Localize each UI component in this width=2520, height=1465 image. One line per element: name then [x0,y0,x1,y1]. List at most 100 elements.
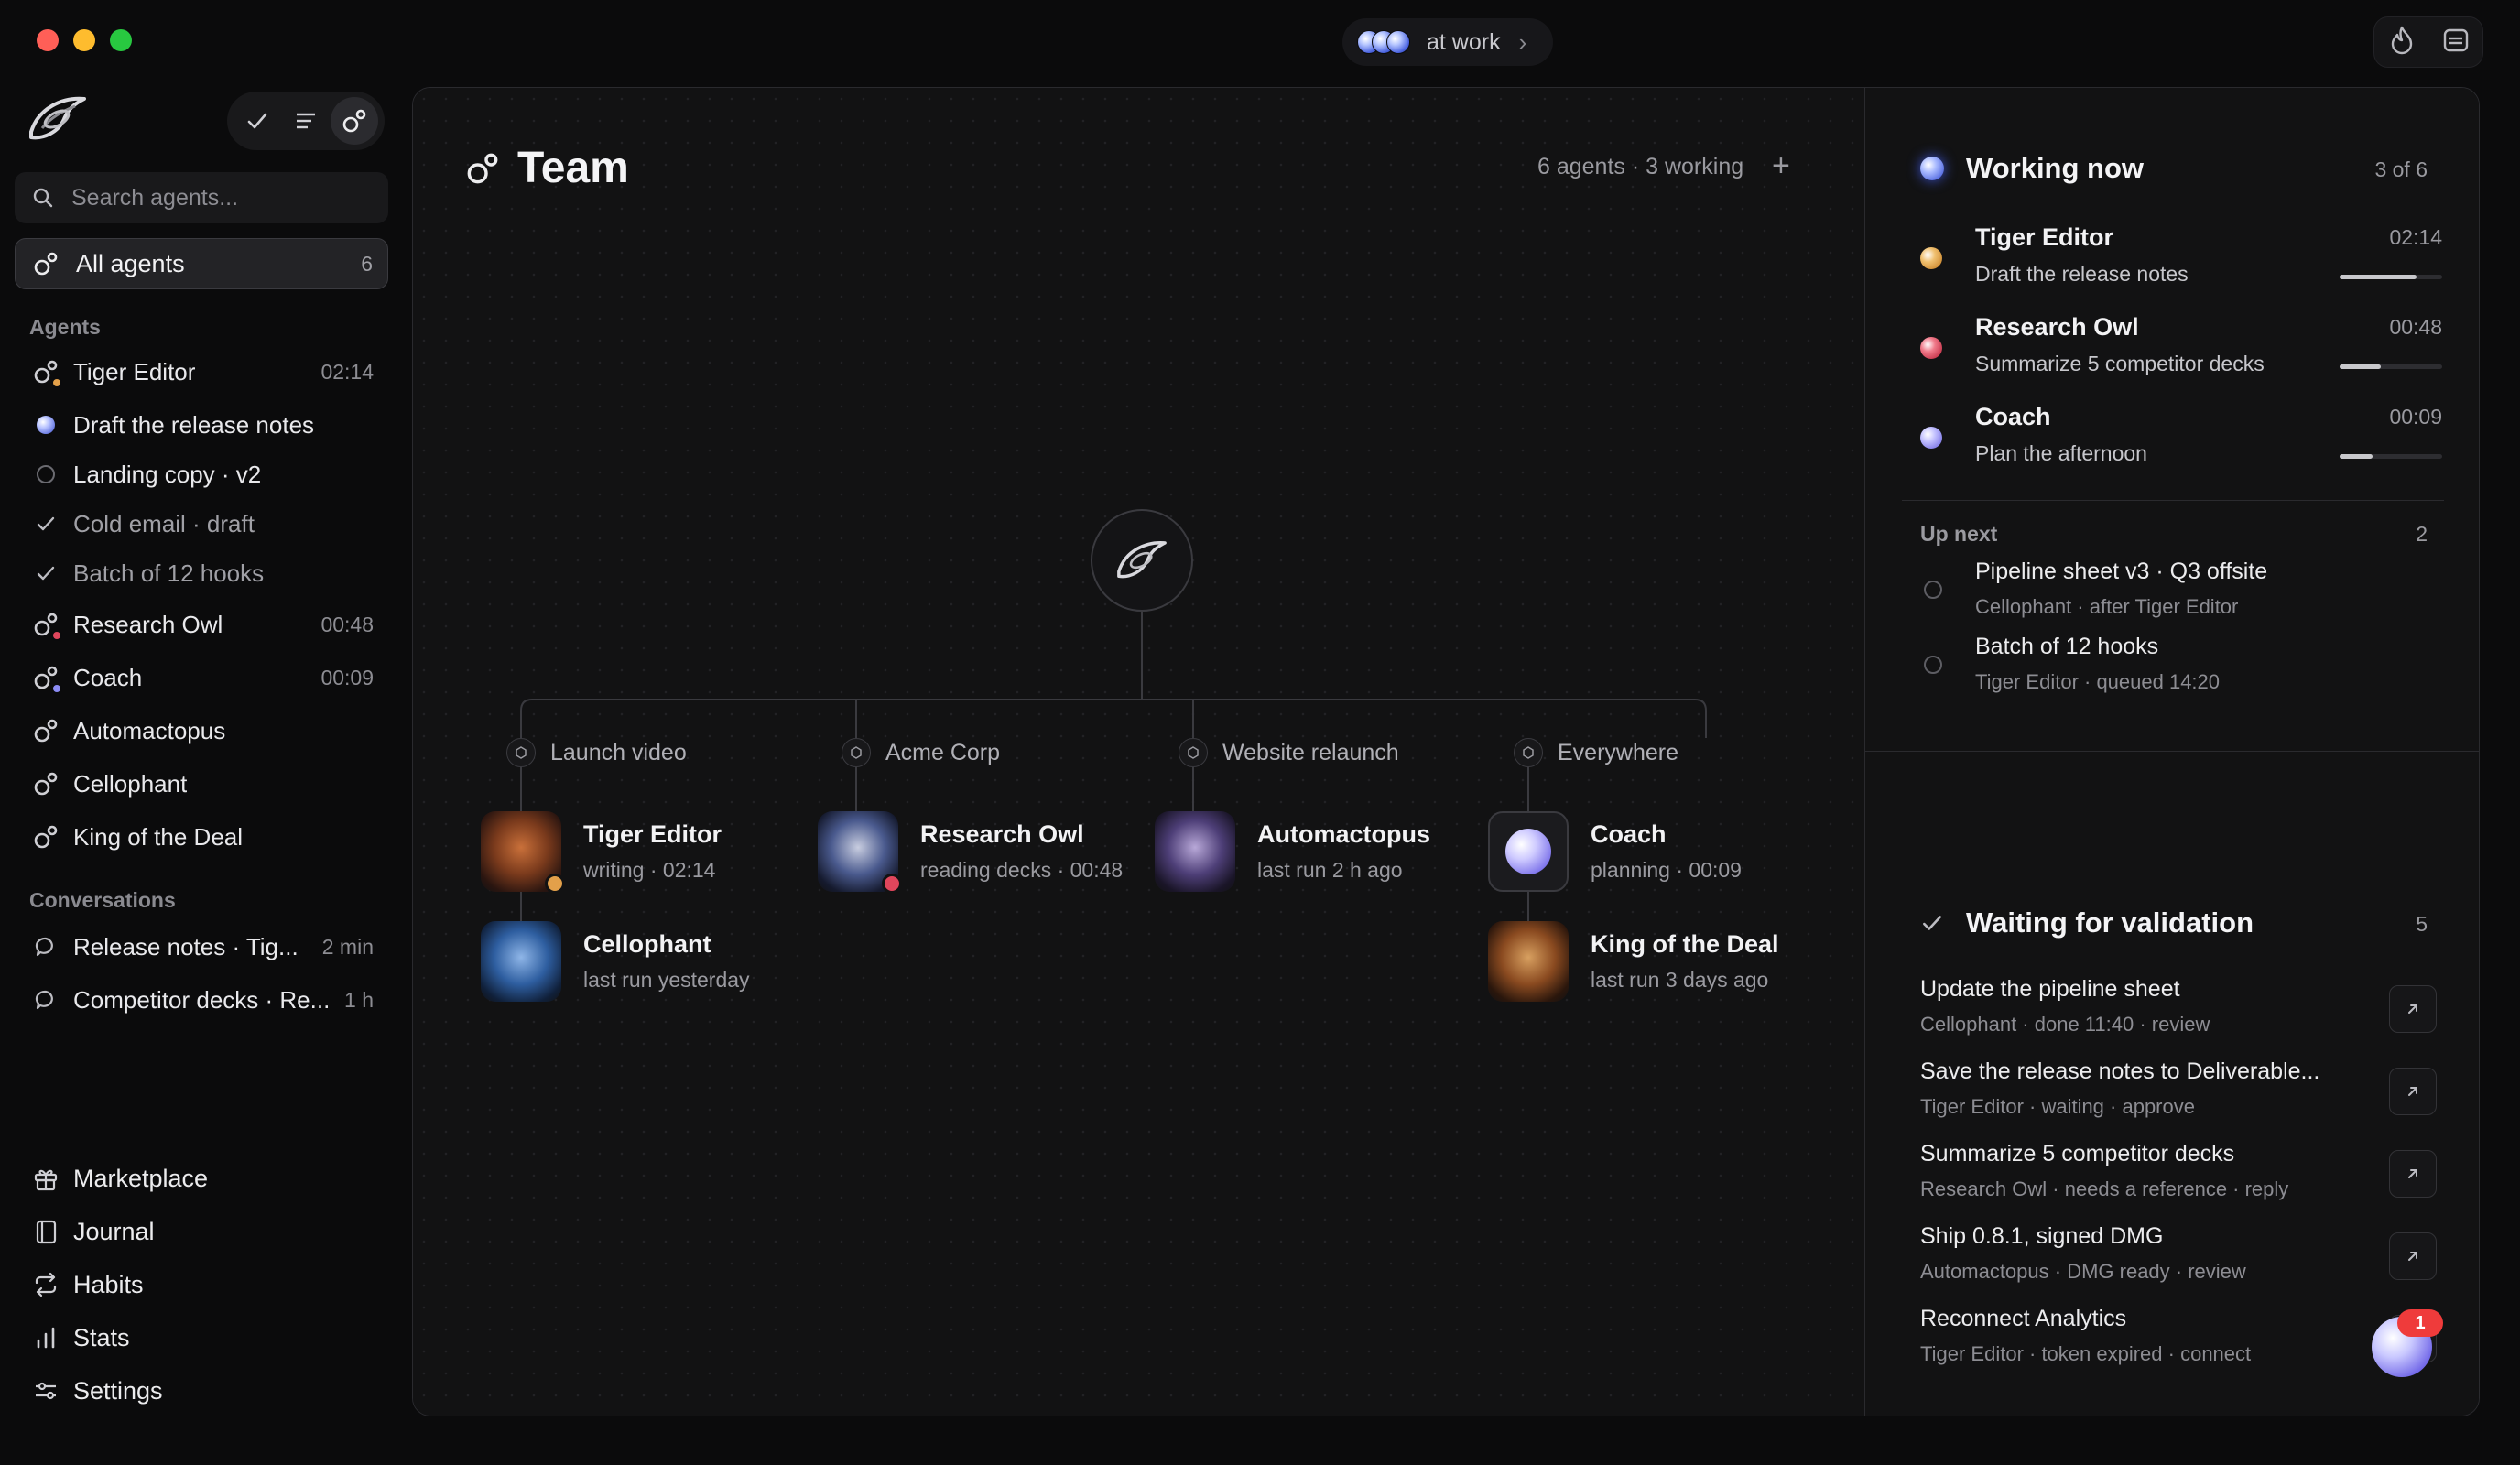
sidebar-agent-label: Automactopus [73,716,226,744]
group-website-relaunch[interactable]: Website relaunch [1179,738,1399,767]
chevron-right-icon: › [1518,27,1527,56]
close-window-button[interactable] [37,29,59,51]
elephant-avatar [481,921,561,1002]
nav-journal[interactable]: Journal [27,1209,385,1254]
working-item-time: 00:09 [2389,405,2442,429]
owl-avatar [818,811,902,894]
validation-item[interactable]: Update the pipeline sheet Cellophant · d… [1920,976,2448,1049]
sidebar-task-batch-hooks[interactable]: Batch of 12 hooks [27,551,385,595]
chat-bubble-icon [27,928,64,965]
working-item-tiger-editor[interactable]: Tiger Editor Draft the release notes 02:… [1920,223,2442,297]
team-hub-logo[interactable] [1091,509,1193,612]
sliders-icon [27,1373,64,1409]
team-canvas: Team 6 agents · 3 working + Launch video… [413,88,1863,1416]
agent-card-coach[interactable]: Coach planning · 00:09 [1488,811,1742,892]
minimize-window-button[interactable] [73,29,95,51]
sidebar-agent-king-of-the-deal[interactable]: King of the Deal [27,815,385,859]
sidebar-task-landing-copy[interactable]: Landing copy · v2 [27,452,385,496]
notification-badge: 1 [2397,1309,2443,1337]
orb-avatar [1488,811,1569,892]
nav-label: Habits [73,1270,144,1298]
status-pill[interactable]: at work › [1342,18,1553,66]
sidebar-agent-coach[interactable]: Coach 00:09 [27,656,385,700]
nav-label: Stats [73,1323,130,1351]
working-now-count: 3 of 6 [2374,157,2428,181]
open-external-icon[interactable] [2389,1068,2437,1115]
sidebar-agent-tiger-editor[interactable]: Tiger Editor 02:14 [27,350,385,394]
nav-habits[interactable]: Habits [27,1262,385,1308]
waiting-validation-header: Waiting for validation [1920,906,2254,939]
nav-marketplace[interactable]: Marketplace [27,1156,385,1201]
group-everywhere[interactable]: Everywhere [1514,738,1678,767]
working-now-title: Working now [1966,152,2145,184]
main-panel: Team 6 agents · 3 working + Launch video… [412,87,2480,1416]
nav-label: Marketplace [73,1164,209,1192]
check-icon [27,555,64,591]
search-icon [33,188,53,208]
sidebar-conversation-competitor-decks[interactable]: Competitor decks · Re... 1 h [27,978,385,1022]
agent-search [15,172,388,223]
agents-section-label: Agents [29,315,101,339]
validation-item[interactable]: Ship 0.8.1, signed DMG Automactopus · DM… [1920,1223,2448,1297]
open-external-icon[interactable] [2389,1232,2437,1280]
working-item-time: 00:48 [2389,315,2442,339]
sidebar-conversation-time: 1 h [344,987,374,1012]
status-orbs-icon [1357,27,1414,57]
agent-icon [27,606,64,643]
divider [1865,751,2479,752]
sidebar-agent-time: 02:14 [320,359,374,384]
working-item-research-owl[interactable]: Research Owl Summarize 5 competitor deck… [1920,313,2442,386]
sidebar-conversation-release-notes[interactable]: Release notes · Tig... 2 min [27,925,385,969]
nav-stats[interactable]: Stats [27,1315,385,1361]
validation-item[interactable]: Summarize 5 competitor decks Research Ow… [1920,1141,2448,1214]
group-launch-video[interactable]: Launch video [506,738,687,767]
open-external-icon[interactable] [2389,985,2437,1033]
agent-card-king-of-the-deal[interactable]: King of the Deal last run 3 days ago [1488,921,1779,1002]
list-view-button[interactable] [282,97,330,145]
validation-item[interactable]: Reconnect Analytics Tiger Editor · token… [1920,1306,2448,1379]
agent-card-cellophant[interactable]: Cellophant last run yesterday [481,921,750,1002]
sidebar-agent-cellophant[interactable]: Cellophant [27,762,385,806]
team-view-button[interactable] [331,97,379,145]
sidebar-task-label: Landing copy · v2 [73,460,262,488]
agent-icon [27,819,64,855]
nav-settings[interactable]: Settings [27,1368,385,1414]
sidebar-agent-research-owl[interactable]: Research Owl 00:48 [27,602,385,646]
validation-item-name: Summarize 5 competitor decks [1920,1141,2235,1167]
agent-card-tiger-editor[interactable]: Tiger Editor writing · 02:14 [481,811,722,894]
agent-icon [27,353,64,390]
working-item-coach[interactable]: Coach Plan the afternoon 00:09 [1920,403,2442,476]
book-icon [27,1213,64,1250]
sidebar-task-draft-release-notes[interactable]: Draft the release notes [27,403,385,447]
up-next-item[interactable]: Pipeline sheet v3 · Q3 offsite Cellophan… [1920,559,2442,623]
sidebar-task-cold-email[interactable]: Cold email · draft [27,502,385,546]
zoom-window-button[interactable] [110,29,132,51]
up-next-item-name: Pipeline sheet v3 · Q3 offsite [1975,559,2268,584]
flame-icon[interactable] [2388,25,2416,60]
tasks-view-button[interactable] [234,97,281,145]
open-external-icon[interactable] [2389,1150,2437,1198]
sidebar-agent-label: Tiger Editor [73,357,196,385]
sidebar-agent-label: Coach [73,663,143,691]
divider [1902,500,2444,501]
up-next-count: 2 [2416,522,2428,546]
all-agents-filter[interactable]: All agents 6 [15,238,388,289]
status-label: at work [1427,28,1501,55]
validation-item[interactable]: Save the release notes to Deliverable...… [1920,1058,2448,1132]
search-input[interactable] [71,184,364,212]
validation-item-sub: Cellophant · done 11:40 · review [1920,1013,2210,1036]
group-label: Acme Corp [885,739,1001,765]
panel-toggle-icon[interactable] [2442,27,2470,59]
sidebar-agent-automactopus[interactable]: Automactopus [27,709,385,753]
check-icon [27,505,64,542]
group-label: Website relaunch [1222,739,1399,765]
working-item-name: Tiger Editor [1975,223,2114,251]
group-acme-corp[interactable]: Acme Corp [842,738,1000,767]
agent-icon [27,765,64,802]
up-next-item[interactable]: Batch of 12 hooks Tiger Editor · queued … [1920,634,2442,698]
nav-label: Settings [73,1376,163,1405]
circle-icon [1924,581,1942,599]
working-now-header: Working now [1920,152,2144,185]
agent-card-automactopus[interactable]: Automactopus last run 2 h ago [1155,811,1430,892]
agent-card-research-owl[interactable]: Research Owl reading decks · 00:48 [818,811,1123,894]
